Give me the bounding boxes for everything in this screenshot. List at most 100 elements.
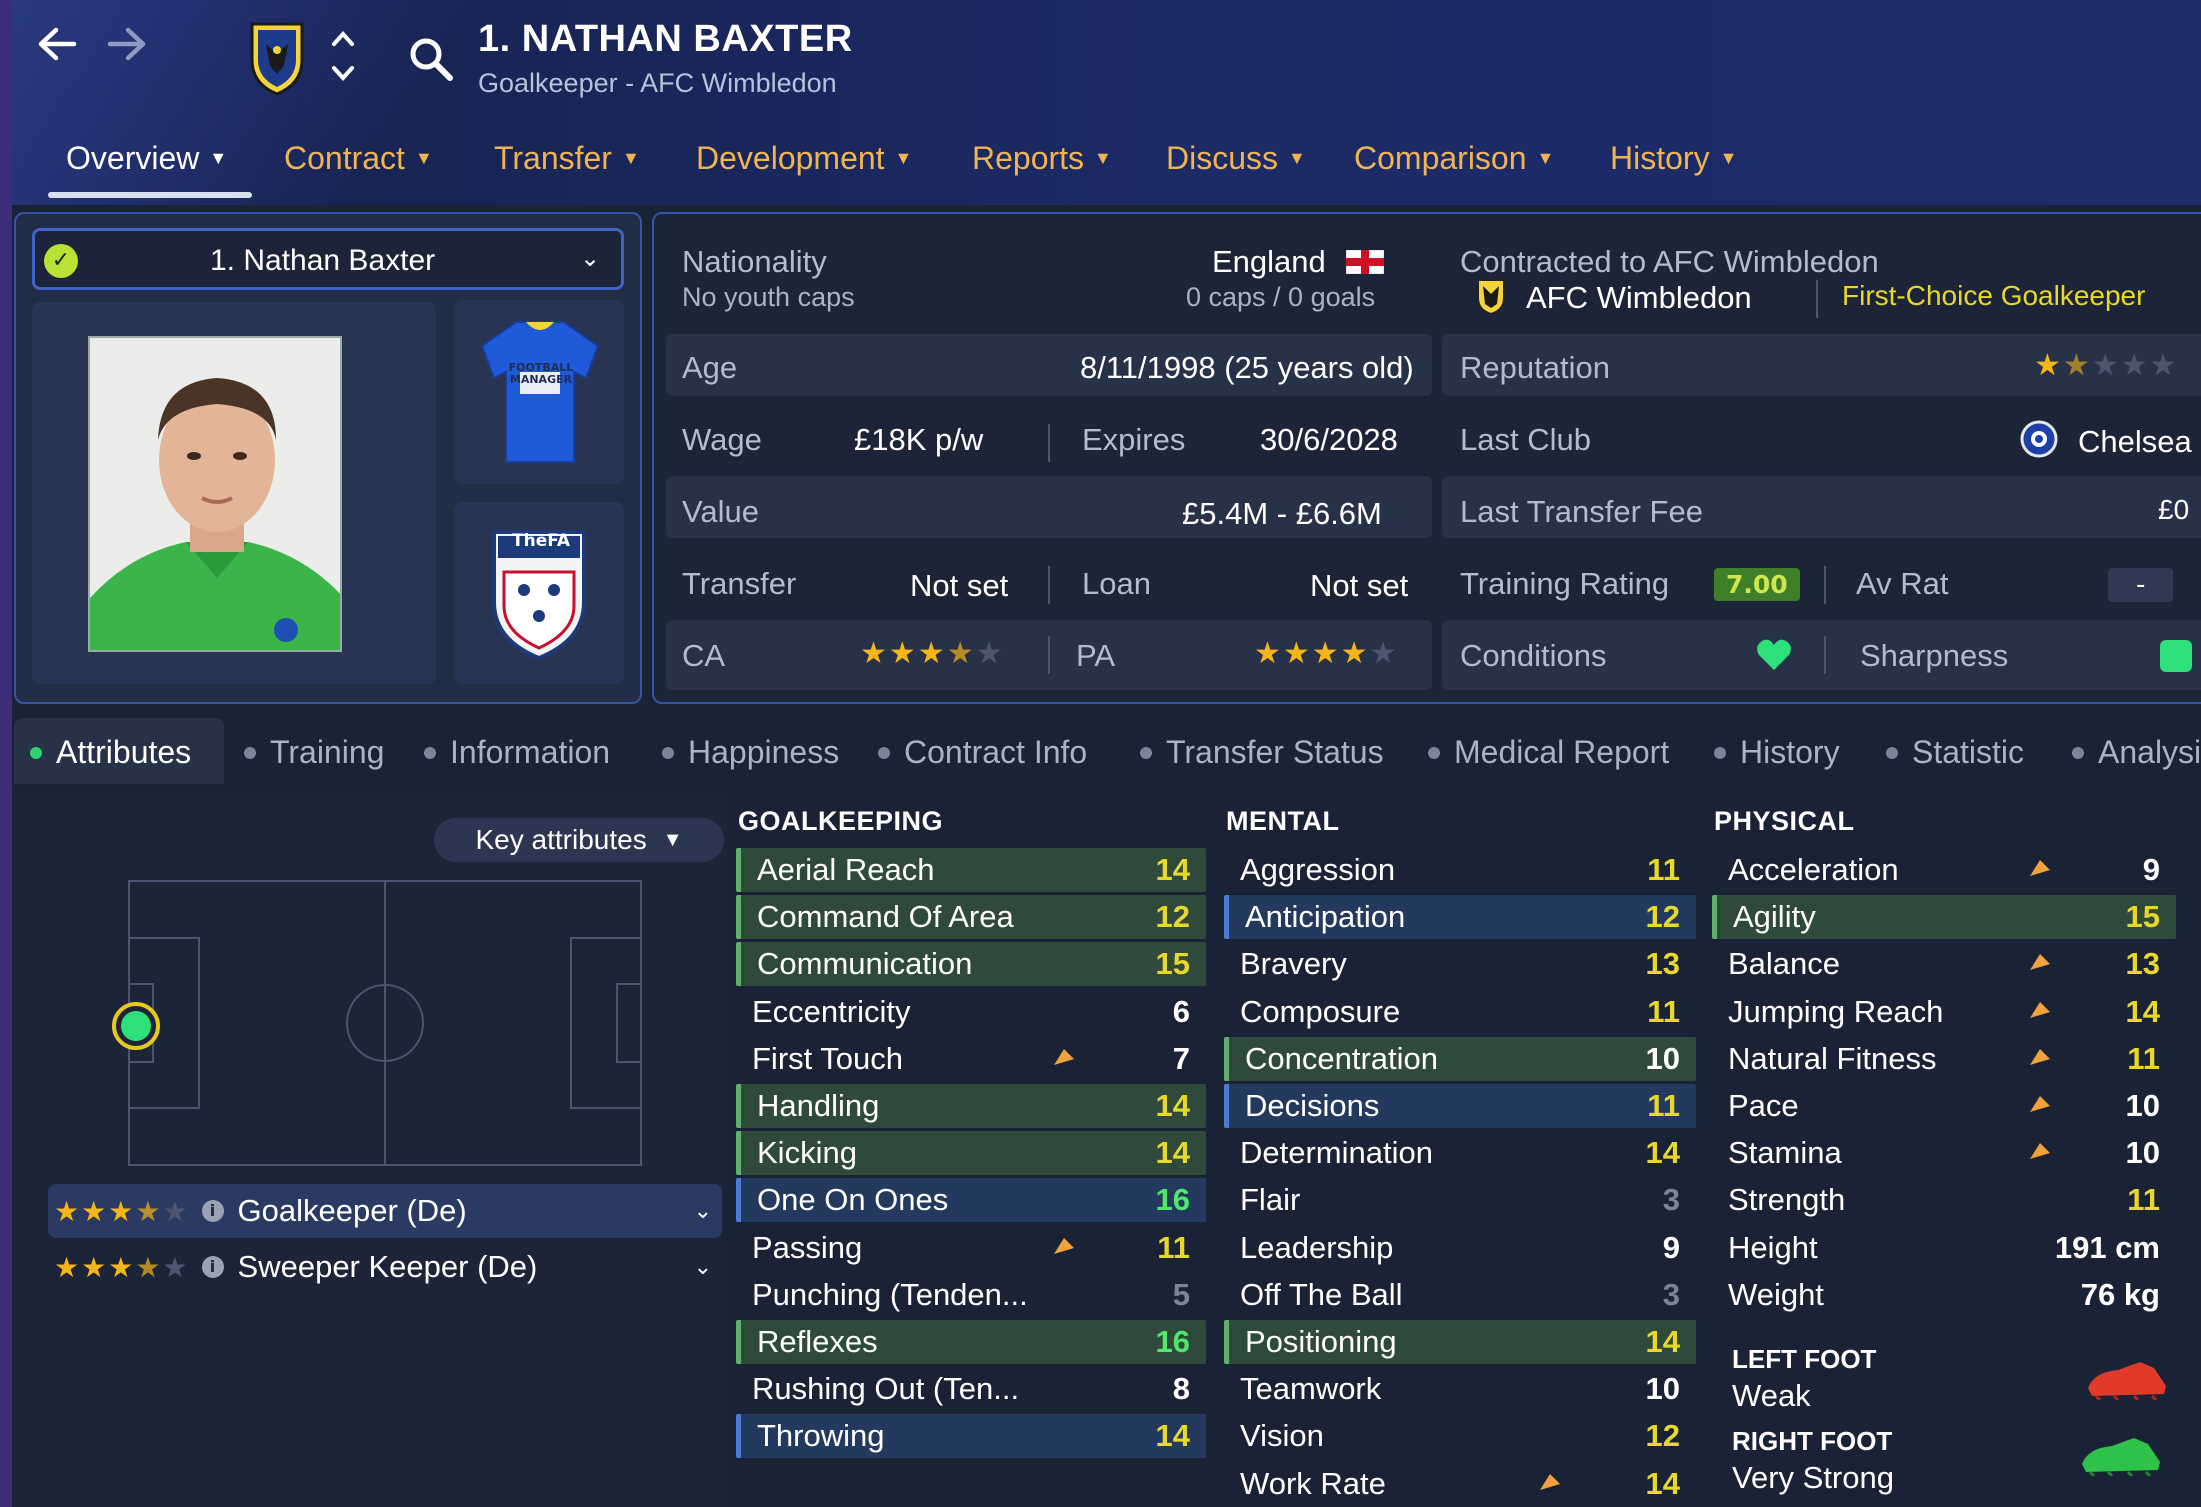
attribute-row[interactable]: Communication 15	[736, 942, 1206, 987]
attribute-row[interactable]: Determination 14	[1224, 1131, 1696, 1175]
subtab-transfer-status[interactable]: Transfer Status	[1140, 734, 1384, 771]
fa-crest-text: TheFA	[512, 531, 571, 551]
subtab-contract-info[interactable]: Contract Info	[878, 734, 1087, 771]
subtab-statistic[interactable]: Statistic	[1886, 734, 2024, 771]
attribute-row[interactable]: Strength 11	[1712, 1178, 2176, 1222]
subtab-information[interactable]: Information	[424, 734, 610, 771]
tab-overview[interactable]: Overview ▼	[66, 140, 227, 177]
attribute-row[interactable]: Passing 11	[736, 1226, 1206, 1270]
attribute-row[interactable]: Rushing Out (Ten... 8	[736, 1367, 1206, 1411]
attribute-row[interactable]: Leadership 9	[1224, 1226, 1696, 1270]
attribute-row[interactable]: Anticipation 12	[1224, 895, 1696, 940]
attribute-value: 3	[1662, 1182, 1680, 1218]
chevron-down-icon[interactable]: ⌄	[580, 244, 600, 272]
subtab-attributes[interactable]: Attributes	[30, 734, 191, 771]
role-goalkeeper[interactable]: ★★★★★ i Goalkeeper (De) ⌄	[48, 1184, 722, 1238]
attribute-row[interactable]: Kicking 14	[736, 1131, 1206, 1176]
attribute-name: Punching (Tenden...	[752, 1276, 1028, 1312]
attribute-row[interactable]: Natural Fitness 11	[1712, 1037, 2176, 1081]
attribute-row[interactable]: Aerial Reach 14	[736, 848, 1206, 892]
attribute-row[interactable]: Handling 14	[736, 1084, 1206, 1128]
role-stars: ★★★★★	[54, 1250, 190, 1284]
role-sweeper-keeper[interactable]: ★★★★★ i Sweeper Keeper (De) ⌄	[48, 1240, 722, 1294]
attribute-value: 14	[1645, 1324, 1680, 1359]
club-switch-chevron-icon[interactable]	[330, 28, 356, 88]
attribute-row[interactable]: Punching (Tenden... 5	[736, 1273, 1206, 1317]
attribute-name: Pace	[1728, 1088, 1799, 1123]
attribute-row[interactable]: Stamina 10	[1712, 1131, 2176, 1175]
attribute-row[interactable]: Eccentricity 6	[736, 990, 1206, 1034]
attribute-row[interactable]: Jumping Reach 14	[1712, 990, 2176, 1034]
attribute-row[interactable]: Off The Ball 3	[1224, 1273, 1696, 1317]
attribute-row[interactable]: One On Ones 16	[736, 1178, 1206, 1223]
attribute-name: Natural Fitness	[1728, 1040, 1937, 1076]
chelsea-badge-icon	[2020, 420, 2058, 462]
separator	[1048, 636, 1050, 674]
tab-reports[interactable]: Reports ▼	[972, 140, 1112, 177]
attribute-row[interactable]: Teamwork 10	[1224, 1367, 1696, 1411]
tab-transfer[interactable]: Transfer ▼	[494, 140, 640, 177]
subtab-analysis[interactable]: Analysis	[2072, 734, 2201, 771]
attribute-row[interactable]: Balance 13	[1712, 942, 2176, 986]
active-tab-indicator	[48, 192, 252, 198]
last-club-value[interactable]: Chelsea	[2078, 424, 2192, 460]
attribute-row[interactable]: Concentration 10	[1224, 1036, 1696, 1081]
nationality-value[interactable]: England	[1212, 244, 1326, 280]
tab-development[interactable]: Development ▼	[696, 140, 912, 177]
value-amount: £5.4M - £6.6M	[1182, 496, 1382, 531]
tab-discuss[interactable]: Discuss ▼	[1166, 140, 1306, 177]
attribute-row[interactable]: Decisions 11	[1224, 1084, 1696, 1128]
attribute-row[interactable]: Weight 76 kg	[1712, 1273, 2176, 1317]
attribute-value: 9	[1662, 1229, 1680, 1265]
goalkeeper-position-marker[interactable]	[110, 1000, 162, 1056]
attribute-row[interactable]: Acceleration 9	[1712, 848, 2176, 892]
chevron-down-icon: ▼	[894, 148, 913, 168]
attribute-row[interactable]: Flair 3	[1224, 1178, 1696, 1222]
club-link[interactable]: AFC Wimbledon	[1526, 280, 1752, 316]
subtab-medical-report[interactable]: Medical Report	[1428, 734, 1669, 771]
attribute-name: Rushing Out (Ten...	[752, 1371, 1020, 1407]
attribute-row[interactable]: Agility 15	[1712, 895, 2176, 940]
tab-contract[interactable]: Contract ▼	[284, 140, 433, 177]
key-attributes-dropdown[interactable]: Key attributes ▼	[434, 818, 724, 862]
attribute-name: One On Ones	[757, 1182, 949, 1218]
attribute-row[interactable]: Positioning 14	[1224, 1320, 1696, 1364]
attribute-row[interactable]: Composure 11	[1224, 990, 1696, 1034]
attribute-row[interactable]: Aggression 11	[1224, 848, 1696, 892]
attribute-value: 76 kg	[2080, 1276, 2160, 1312]
heart-icon	[1756, 638, 1792, 676]
attribute-value: 11	[2127, 1040, 2160, 1076]
subtab-happiness[interactable]: Happiness	[662, 734, 839, 771]
attribute-row[interactable]: Reflexes 16	[736, 1320, 1206, 1364]
loan-value[interactable]: Not set	[1310, 568, 1408, 604]
attribute-value: 14	[1155, 852, 1190, 887]
forward-arrow-icon[interactable]	[106, 26, 148, 62]
separator	[1816, 280, 1818, 318]
sharpness-label: Sharpness	[1860, 638, 2009, 673]
attribute-row[interactable]: Pace 10	[1712, 1084, 2176, 1128]
transfer-value[interactable]: Not set	[910, 568, 1008, 604]
tab-comparison[interactable]: Comparison ▼	[1354, 140, 1554, 177]
club-crest-icon[interactable]	[248, 20, 306, 100]
search-icon[interactable]	[408, 36, 454, 86]
back-arrow-icon[interactable]	[36, 26, 78, 62]
subtab-training[interactable]: Training	[244, 734, 384, 771]
attribute-row[interactable]: Work Rate 14	[1224, 1462, 1696, 1506]
info-icon: i	[201, 1200, 224, 1222]
attribute-name: Determination	[1240, 1135, 1433, 1171]
attribute-row[interactable]: Bravery 13	[1224, 942, 1696, 986]
squad-status[interactable]: First-Choice Goalkeeper	[1842, 280, 2145, 312]
attribute-row[interactable]: First Touch 7	[736, 1037, 1206, 1081]
attribute-name: Anticipation	[1245, 899, 1406, 935]
caps-goals-text: 0 caps / 0 goals	[1186, 282, 1376, 312]
attribute-row[interactable]: Height 191 cm	[1712, 1226, 2176, 1270]
transfer-label: Transfer	[682, 566, 797, 601]
tab-history[interactable]: History ▼	[1610, 140, 1737, 177]
chevron-down-icon: ▼	[209, 148, 228, 168]
attribute-row[interactable]: Throwing 14	[736, 1414, 1206, 1459]
attribute-row[interactable]: Vision 12	[1224, 1414, 1696, 1458]
pa-stars: ★★★★★	[1254, 636, 1399, 671]
attribute-value: 10	[1645, 1040, 1680, 1076]
subtab-history[interactable]: History	[1714, 734, 1840, 771]
attribute-row[interactable]: Command Of Area 12	[736, 895, 1206, 940]
